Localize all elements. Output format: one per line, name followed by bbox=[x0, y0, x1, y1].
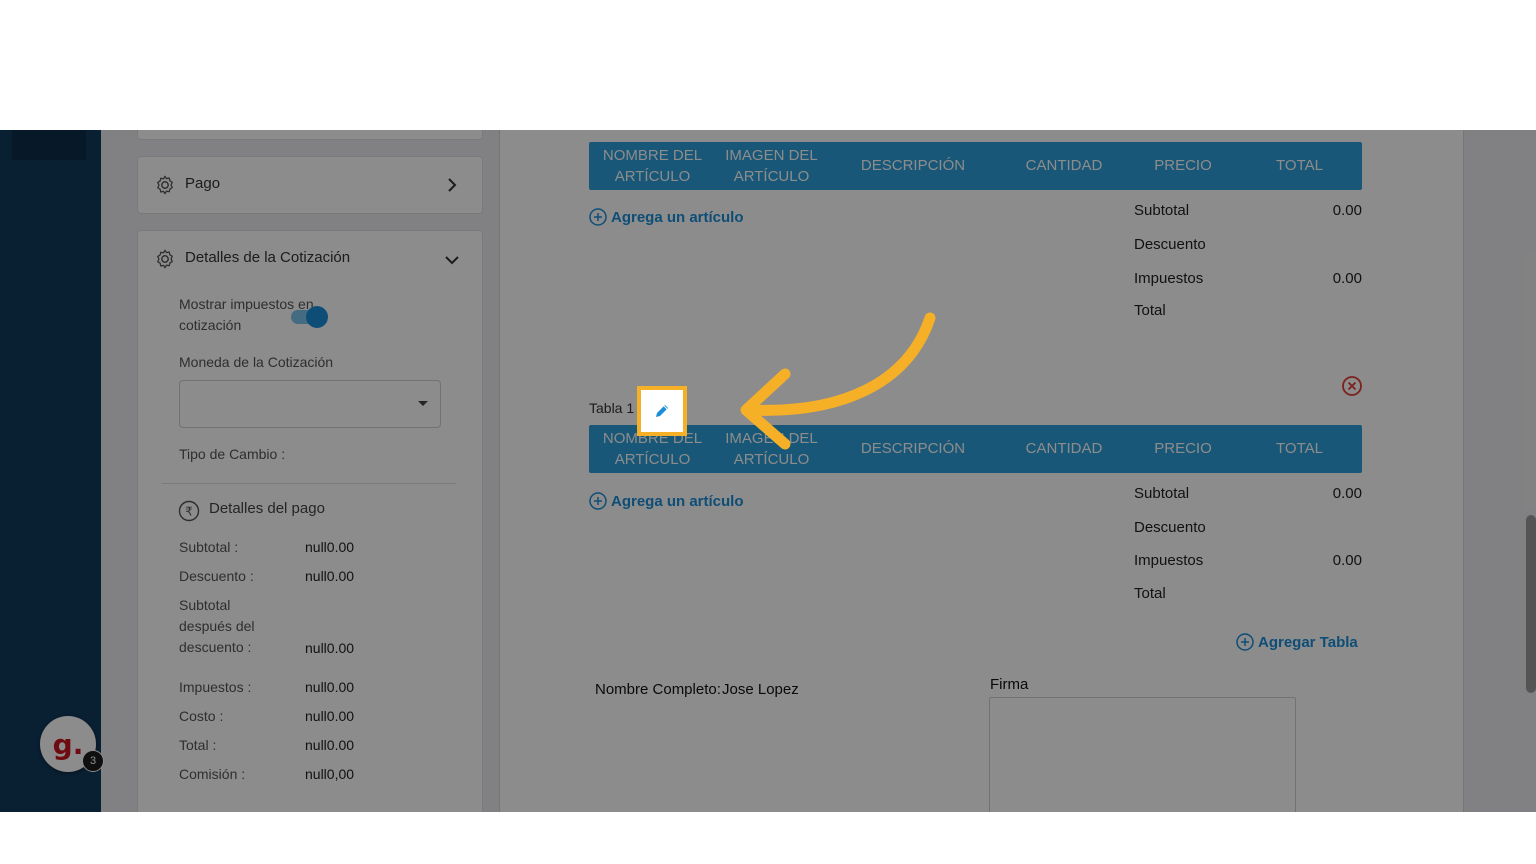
tutorial-dim-overlay bbox=[0, 130, 1536, 812]
screenshot-area: Pago Detalles de la Cotización Mostrar i… bbox=[0, 130, 1536, 812]
pencil-icon bbox=[656, 405, 668, 417]
tutorial-arrow-icon bbox=[740, 312, 936, 450]
edit-table-name-button[interactable] bbox=[637, 386, 687, 436]
